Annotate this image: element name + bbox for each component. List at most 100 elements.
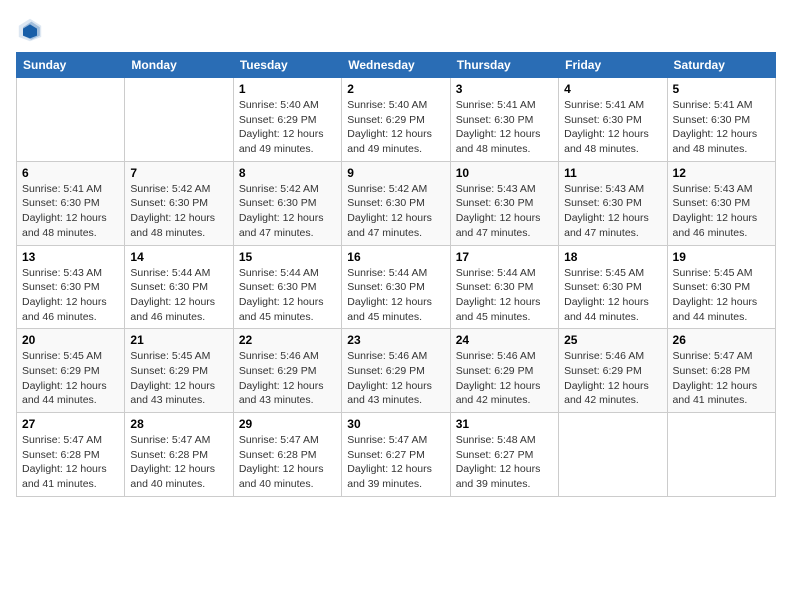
day-number: 27: [22, 417, 119, 431]
calendar-cell: 29Sunrise: 5:47 AM Sunset: 6:28 PM Dayli…: [233, 413, 341, 497]
day-info: Sunrise: 5:43 AM Sunset: 6:30 PM Dayligh…: [456, 182, 553, 241]
calendar-cell: 25Sunrise: 5:46 AM Sunset: 6:29 PM Dayli…: [559, 329, 667, 413]
day-info: Sunrise: 5:43 AM Sunset: 6:30 PM Dayligh…: [673, 182, 770, 241]
day-number: 26: [673, 333, 770, 347]
calendar-cell: 21 Sunrise: 5:45 AM Sunset: 6:29 PM Dayli…: [125, 329, 233, 413]
calendar-cell: 15 Sunrise: 5:44 AM Sunset: 6:30 PM Dayli…: [233, 245, 341, 329]
day-info: Sunrise: 5:42 AM Sunset: 6:30 PM Dayligh…: [130, 182, 227, 241]
calendar-cell: 31 Sunrise: 5:48 AM Sunset: 6:27 PM Dayli…: [450, 413, 558, 497]
day-info: Sunrise: 5:47 AM Sunset: 6:28 PM Dayligh…: [239, 433, 336, 492]
calendar-cell: [559, 413, 667, 497]
day-number: 12: [673, 166, 770, 180]
day-info: Sunrise: 5:46 AM Sunset: 6:29 PM Dayligh…: [347, 349, 444, 408]
day-number: 1: [239, 82, 336, 96]
day-info: Sunrise: 5:44 AM Sunset: 6:30 PM Dayligh…: [456, 266, 553, 325]
column-header-monday: Monday: [125, 53, 233, 78]
calendar-cell: 1Sunrise: 5:40 AM Sunset: 6:29 PM Daylig…: [233, 78, 341, 162]
day-number: 31: [456, 417, 553, 431]
day-info: Sunrise: 5:47 AM Sunset: 6:28 PM Dayligh…: [130, 433, 227, 492]
day-number: 8: [239, 166, 336, 180]
day-number: 20: [22, 333, 119, 347]
day-info: Sunrise: 5:46 AM Sunset: 6:29 PM Dayligh…: [456, 349, 553, 408]
day-info: Sunrise: 5:45 AM Sunset: 6:30 PM Dayligh…: [564, 266, 661, 325]
day-number: 15: [239, 250, 336, 264]
column-header-thursday: Thursday: [450, 53, 558, 78]
column-header-wednesday: Wednesday: [342, 53, 450, 78]
day-info: Sunrise: 5:46 AM Sunset: 6:29 PM Dayligh…: [564, 349, 661, 408]
day-number: 10: [456, 166, 553, 180]
day-number: 24: [456, 333, 553, 347]
page-header: [16, 16, 776, 44]
day-number: 21: [130, 333, 227, 347]
day-info: Sunrise: 5:44 AM Sunset: 6:30 PM Dayligh…: [347, 266, 444, 325]
calendar-cell: 18Sunrise: 5:45 AM Sunset: 6:30 PM Dayli…: [559, 245, 667, 329]
day-number: 14: [130, 250, 227, 264]
day-number: 28: [130, 417, 227, 431]
column-header-friday: Friday: [559, 53, 667, 78]
day-info: Sunrise: 5:41 AM Sunset: 6:30 PM Dayligh…: [673, 98, 770, 157]
calendar-cell: 10 Sunrise: 5:43 AM Sunset: 6:30 PM Dayli…: [450, 161, 558, 245]
day-number: 3: [456, 82, 553, 96]
calendar-cell: 20 Sunrise: 5:45 AM Sunset: 6:29 PM Dayli…: [17, 329, 125, 413]
calendar-cell: 17 Sunrise: 5:44 AM Sunset: 6:30 PM Dayli…: [450, 245, 558, 329]
calendar-cell: 2 Sunrise: 5:40 AM Sunset: 6:29 PM Daylig…: [342, 78, 450, 162]
day-number: 17: [456, 250, 553, 264]
calendar-week-row: 1 Sunrise: 5:40 AM Sunset: 6:29 PM Daylig…: [17, 78, 776, 162]
calendar-cell: 24 Sunrise: 5:46 AM Sunset: 6:29 PM Dayli…: [450, 329, 558, 413]
day-info: Sunrise: 5:45 AM Sunset: 6:29 PM Dayligh…: [22, 349, 119, 408]
calendar-cell: 26 Sunrise: 5:47 AM Sunset: 6:28 PM Dayli…: [667, 329, 775, 413]
day-info: Sunrise: 5:43 AM Sunset: 6:30 PM Dayligh…: [564, 182, 661, 241]
day-info: Sunrise: 5:40 AM Sunset: 6:29 PM Dayligh…: [347, 98, 444, 157]
column-header-saturday: Saturday: [667, 53, 775, 78]
calendar-week-row: 6 Sunrise: 5:41 AM Sunset: 6:30 PM Daylig…: [17, 161, 776, 245]
day-number: 2: [347, 82, 444, 96]
calendar-cell: 23 Sunrise: 5:46 AM Sunset: 6:29 PM Dayli…: [342, 329, 450, 413]
logo: [16, 16, 48, 44]
calendar-cell: 6 Sunrise: 5:41 AM Sunset: 6:30 PM Daylig…: [17, 161, 125, 245]
calendar-cell: 16 Sunrise: 5:44 AM Sunset: 6:30 PM Dayli…: [342, 245, 450, 329]
calendar-cell: 28 Sunrise: 5:47 AM Sunset: 6:28 PM Dayli…: [125, 413, 233, 497]
calendar-cell: 14 Sunrise: 5:44 AM Sunset: 6:30 PM Dayli…: [125, 245, 233, 329]
day-number: 16: [347, 250, 444, 264]
day-number: 7: [130, 166, 227, 180]
day-number: 13: [22, 250, 119, 264]
day-info: Sunrise: 5:43 AM Sunset: 6:30 PM Dayligh…: [22, 266, 119, 325]
day-info: Sunrise: 5:47 AM Sunset: 6:27 PM Dayligh…: [347, 433, 444, 492]
calendar-cell: 27 Sunrise: 5:47 AM Sunset: 6:28 PM Dayli…: [17, 413, 125, 497]
calendar-cell: 22 Sunrise: 5:46 AM Sunset: 6:29 PM Dayli…: [233, 329, 341, 413]
day-number: 23: [347, 333, 444, 347]
day-info: Sunrise: 5:46 AM Sunset: 6:29 PM Dayligh…: [239, 349, 336, 408]
calendar-cell: 11Sunrise: 5:43 AM Sunset: 6:30 PM Dayli…: [559, 161, 667, 245]
day-info: Sunrise: 5:41 AM Sunset: 6:30 PM Dayligh…: [22, 182, 119, 241]
day-number: 9: [347, 166, 444, 180]
calendar-header-row: SundayMondayTuesdayWednesdayThursdayFrid…: [17, 53, 776, 78]
day-number: 6: [22, 166, 119, 180]
calendar-cell: 13 Sunrise: 5:43 AM Sunset: 6:30 PM Dayli…: [17, 245, 125, 329]
calendar-week-row: 13 Sunrise: 5:43 AM Sunset: 6:30 PM Dayli…: [17, 245, 776, 329]
day-info: Sunrise: 5:47 AM Sunset: 6:28 PM Dayligh…: [22, 433, 119, 492]
day-number: 5: [673, 82, 770, 96]
calendar-cell: [125, 78, 233, 162]
calendar-cell: 9 Sunrise: 5:42 AM Sunset: 6:30 PM Daylig…: [342, 161, 450, 245]
calendar-week-row: 27 Sunrise: 5:47 AM Sunset: 6:28 PM Dayli…: [17, 413, 776, 497]
calendar-cell: 30 Sunrise: 5:47 AM Sunset: 6:27 PM Dayli…: [342, 413, 450, 497]
day-info: Sunrise: 5:44 AM Sunset: 6:30 PM Dayligh…: [130, 266, 227, 325]
day-info: Sunrise: 5:47 AM Sunset: 6:28 PM Dayligh…: [673, 349, 770, 408]
day-info: Sunrise: 5:45 AM Sunset: 6:29 PM Dayligh…: [130, 349, 227, 408]
day-info: Sunrise: 5:45 AM Sunset: 6:30 PM Dayligh…: [673, 266, 770, 325]
calendar-cell: 3Sunrise: 5:41 AM Sunset: 6:30 PM Daylig…: [450, 78, 558, 162]
day-number: 22: [239, 333, 336, 347]
day-number: 4: [564, 82, 661, 96]
day-info: Sunrise: 5:42 AM Sunset: 6:30 PM Dayligh…: [347, 182, 444, 241]
calendar-table: SundayMondayTuesdayWednesdayThursdayFrid…: [16, 52, 776, 497]
day-info: Sunrise: 5:41 AM Sunset: 6:30 PM Dayligh…: [564, 98, 661, 157]
day-info: Sunrise: 5:48 AM Sunset: 6:27 PM Dayligh…: [456, 433, 553, 492]
calendar-week-row: 20 Sunrise: 5:45 AM Sunset: 6:29 PM Dayli…: [17, 329, 776, 413]
column-header-tuesday: Tuesday: [233, 53, 341, 78]
calendar-cell: [17, 78, 125, 162]
day-info: Sunrise: 5:42 AM Sunset: 6:30 PM Dayligh…: [239, 182, 336, 241]
calendar-cell: 7 Sunrise: 5:42 AM Sunset: 6:30 PM Daylig…: [125, 161, 233, 245]
day-info: Sunrise: 5:44 AM Sunset: 6:30 PM Dayligh…: [239, 266, 336, 325]
calendar-cell: [667, 413, 775, 497]
day-number: 30: [347, 417, 444, 431]
